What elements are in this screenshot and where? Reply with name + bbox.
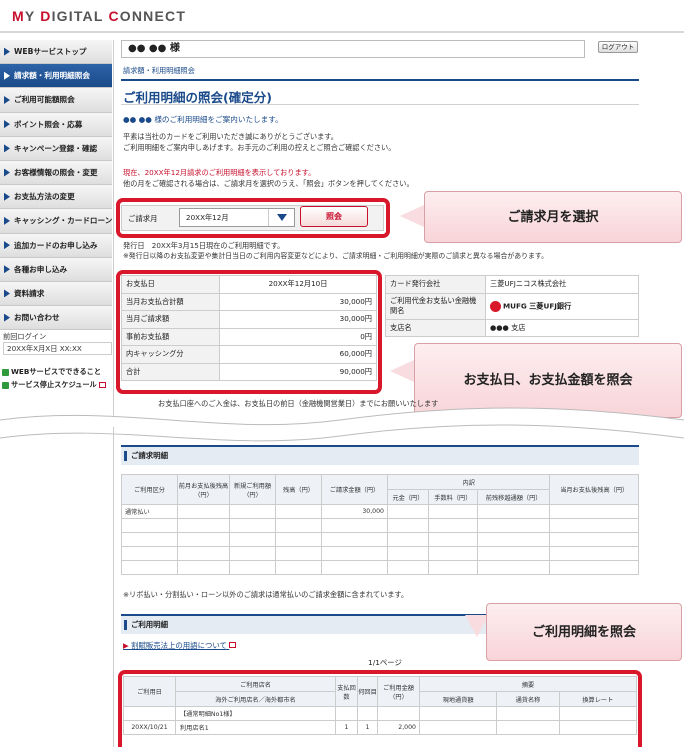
callout-tail: [400, 205, 424, 227]
highlight-frame-payment: [116, 270, 382, 394]
table-header-row: ご利用区分 前月お支払後残高（円） 新規ご利用額（円） 残高（円） ご請求金額（…: [121, 474, 639, 505]
sidebar-item-additional-card[interactable]: 追加カードのお申し込み: [0, 233, 112, 258]
arrow-icon: [4, 216, 10, 225]
app-logo: MY DIGITAL CONNECT: [12, 8, 187, 24]
green-square-icon: [2, 381, 9, 389]
billing-table: ご利用区分 前月お支払後残高（円） 新規ご利用額（円） 残高（円） ご請求金額（…: [121, 474, 639, 575]
table-row: カード発行会社 三菱UFJニコス株式会社: [385, 275, 639, 294]
highlight-frame-usage: [118, 670, 642, 747]
issue-line-2: ※発行日以降のお支払変更や集計日当日のご利用内容変更などにより、ご請求明細・ご利…: [123, 252, 548, 260]
sidebar-item-web-top[interactable]: WEBサービストップ: [0, 40, 112, 65]
arrow-icon: [4, 241, 10, 250]
arrow-icon: [4, 192, 10, 201]
sidebar-divider: [113, 40, 114, 747]
green-square-icon: [2, 368, 9, 376]
external-window-icon: [98, 382, 106, 388]
arrow-icon: [4, 313, 10, 322]
arrow-icon: [4, 95, 10, 104]
callout-select-month: ご請求月を選択: [424, 191, 682, 243]
header-divider: [0, 31, 684, 33]
billing-section-header: ご請求明細: [121, 445, 639, 465]
table-row: 支店名 ●●● 支店: [385, 318, 639, 337]
mufg-logo-icon: [490, 300, 501, 312]
sidebar-item-billing[interactable]: 請求額・利用明細照会: [0, 64, 112, 89]
table-row: 通常払い 30,000: [121, 504, 639, 519]
external-window-icon: [229, 642, 237, 648]
arrow-icon: [4, 144, 10, 153]
web-service-link[interactable]: WEBサービスでできること: [2, 367, 112, 377]
breadcrumb[interactable]: 請求額・利用明細照会: [123, 66, 195, 76]
issue-line-1: 発行日 20XX年3月15日現在のご利用明細です。: [123, 241, 285, 250]
arrow-icon: [4, 120, 10, 129]
table-row: [121, 532, 639, 547]
breadcrumb-divider: [121, 79, 639, 81]
table-row: [121, 546, 639, 561]
sidebar-item-points[interactable]: ポイント照会・応募: [0, 112, 112, 137]
sidebar-item-cashing[interactable]: キャッシング・カードローン: [0, 209, 112, 234]
arrow-icon: [4, 47, 10, 56]
notice-sub: 他の月をご確認される場合は、ご請求月を選択のうえ、「照会」ボタンを押してください…: [123, 179, 414, 188]
sidebar: WEBサービストップ 請求額・利用明細照会 ご利用可能額照会 ポイント照会・応募…: [0, 40, 112, 331]
sidebar-item-applications[interactable]: 各種お申し込み: [0, 257, 112, 282]
terms-link[interactable]: ▶ 割賦販売法上の用語について: [123, 640, 237, 651]
billing-note: ※リボ払い・分割払い・ローン以外のご請求は通常払いのご請求金額に含まれています。: [123, 590, 409, 599]
sidebar-item-contact[interactable]: お問い合わせ: [0, 306, 112, 331]
card-info-table: カード発行会社 三菱UFJニコス株式会社 ご利用代金お支払い金融機関名 MUFG 三…: [385, 275, 639, 337]
user-name: ●● ●● 様: [121, 40, 585, 58]
logout-button[interactable]: ログアウト: [598, 41, 638, 53]
previous-login: 前回ログイン 20XX年X月X日 XX:XX: [0, 331, 112, 355]
pager: 1/1ページ: [368, 658, 402, 667]
callout-tail: [390, 360, 414, 382]
notice-red: 現在、20XX年12月請求のご利用明細を表示しております。: [123, 168, 316, 177]
greeting: ●● ●● 様のご利用明細をご案内いたします。: [123, 115, 283, 124]
sidebar-item-documents[interactable]: 資料請求: [0, 281, 112, 307]
table-row: [121, 518, 639, 533]
page-break-wave: [0, 407, 684, 442]
maintenance-schedule-link[interactable]: サービス停止スケジュール: [2, 380, 112, 390]
arrow-icon: [4, 168, 10, 177]
sidebar-item-campaign[interactable]: キャンペーン登録・確認: [0, 136, 112, 161]
intro-line-1: 平素は当社のカードをご利用いただき誠にありがとうございます。: [123, 132, 338, 141]
arrow-icon: [4, 265, 10, 274]
sidebar-item-available[interactable]: ご利用可能額照会: [0, 88, 112, 113]
table-row: [121, 560, 639, 575]
sidebar-item-profile[interactable]: お客様情報の照会・変更: [0, 160, 112, 186]
title-divider: [121, 104, 639, 105]
callout-usage: ご利用明細を照会: [486, 603, 682, 661]
intro-line-2: ご利用明細をご案内申しあげます。お手元のご利用の控えとご照合ご確認ください。: [123, 143, 396, 152]
sidebar-item-payment-method[interactable]: お支払方法の変更: [0, 185, 112, 210]
highlight-frame-month: [116, 198, 390, 238]
arrow-icon: [4, 289, 10, 298]
arrow-icon: [4, 71, 10, 80]
table-row: ご利用代金お支払い金融機関名 MUFG 三菱UFJ銀行: [385, 292, 639, 320]
